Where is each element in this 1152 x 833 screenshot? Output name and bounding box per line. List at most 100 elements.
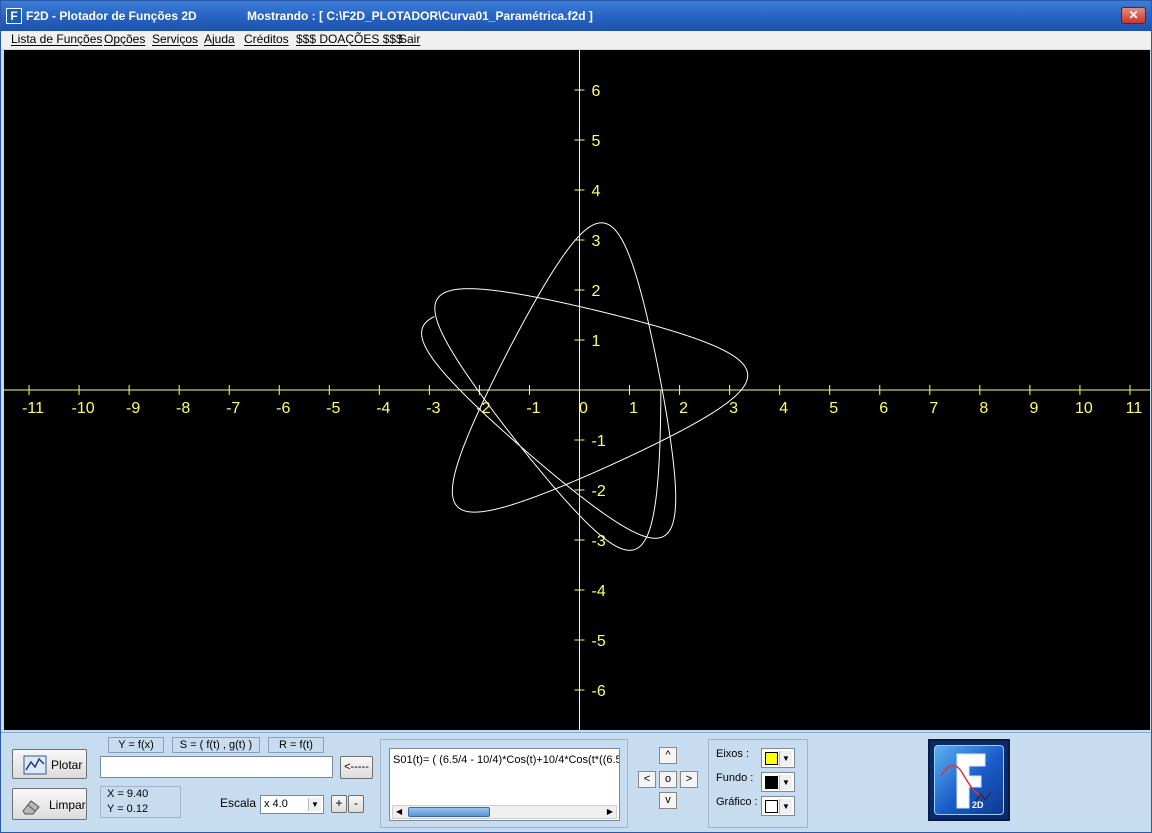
y-tick-label: 5 [592, 133, 601, 150]
menu-opcoes[interactable]: Opções [104, 32, 145, 46]
plot-button[interactable]: Plotar [12, 749, 87, 779]
x-tick-label: -3 [426, 400, 440, 417]
y-tick-label: 1 [592, 333, 601, 350]
pan-left-button[interactable]: < [638, 771, 656, 788]
x-tick-label: 10 [1075, 400, 1093, 417]
parametric-curve [421, 222, 749, 551]
plot-canvas[interactable]: -11 -10 -9 -8 -7 -6 -5 -4 -3 -2 -1 0 1 2 3 4 5 6 7 8 9 10 11 6 5… [4, 50, 1150, 730]
menu-bar: Lista de Funções Opções Serviços Ajuda C… [1, 31, 1151, 49]
x-tick-label: 11 [1126, 400, 1143, 417]
x-readout: X = 9.40 [107, 788, 149, 800]
x-tick-label: 0 [579, 400, 588, 417]
clear-button-label: Limpar [49, 798, 86, 812]
menu-ajuda[interactable]: Ajuda [204, 32, 235, 46]
background-color-dropdown-icon[interactable]: ▼ [779, 775, 792, 790]
y-tick-label: -6 [592, 683, 606, 700]
scroll-thumb[interactable] [408, 807, 490, 817]
plot-chart-icon [23, 755, 47, 775]
x-tick-label: -9 [126, 400, 140, 417]
x-tick-label: 7 [929, 400, 938, 417]
x-tick-label: -1 [526, 400, 540, 417]
insert-function-button[interactable]: <----- [340, 756, 373, 779]
color-settings-panel: Eixos : ▼ Fundo : ▼ Gráfico : ▼ [708, 739, 808, 828]
x-tick-label: 5 [829, 400, 838, 417]
x-tick-label: 6 [879, 400, 888, 417]
pan-center-button[interactable]: o [659, 771, 677, 788]
y-tick-label: 6 [592, 83, 601, 100]
menu-sair[interactable]: Sair [399, 32, 420, 46]
control-panel: Plotar Limpar Y = f(x) S = ( f(t) , g(t)… [1, 732, 1151, 832]
coordinate-readout: X = 9.40 Y = 0.12 [100, 786, 181, 818]
tab-polar[interactable]: R = f(t) [268, 737, 324, 753]
zoom-in-button[interactable]: + [331, 795, 347, 813]
background-color-picker[interactable]: ▼ [761, 772, 795, 792]
zoom-out-button[interactable]: - [348, 795, 364, 813]
x-tick-label: 8 [979, 400, 988, 417]
function-list-panel: S01(t)= ( (6.5/4 - 10/4)*Cos(t)+10/4*Cos… [380, 739, 628, 828]
scale-label: Escala : [220, 796, 263, 810]
graph-color-label: Gráfico : [716, 796, 758, 808]
y-tick-label: -1 [592, 433, 606, 450]
x-tick-label: -6 [276, 400, 290, 417]
axes-color-dropdown-icon[interactable]: ▼ [779, 751, 792, 766]
horizontal-scrollbar[interactable]: ◀ ▶ [392, 805, 617, 819]
axes-color-swatch [765, 752, 778, 765]
clear-button[interactable]: Limpar [12, 788, 87, 820]
graph-color-picker[interactable]: ▼ [761, 796, 795, 816]
scale-dropdown-arrow-icon[interactable]: ▼ [308, 798, 321, 811]
scale-select[interactable]: x 4.0 ▼ [260, 795, 324, 814]
x-tick-label: -7 [226, 400, 240, 417]
x-tick-label: 1 [629, 400, 638, 417]
x-tick-label: -4 [376, 400, 390, 417]
x-tick-label: 4 [779, 400, 788, 417]
current-file-label: Mostrando : [ C:\F2D_PLOTADOR\Curva01_Pa… [247, 9, 593, 23]
y-tick-label: -5 [592, 633, 606, 650]
y-tick-label: -4 [592, 583, 606, 600]
eraser-icon [22, 800, 40, 815]
app-title: F2D - Plotador de Funções 2D [26, 9, 197, 23]
title-bar[interactable]: F F2D - Plotador de Funções 2D Mostrando… [1, 1, 1151, 31]
app-icon[interactable]: F [6, 8, 22, 24]
y-tick-label: -2 [592, 483, 606, 500]
x-tick-label: -8 [176, 400, 190, 417]
x-tick-label: -11 [22, 400, 44, 417]
graph-color-swatch [765, 800, 778, 813]
plot-button-label: Plotar [51, 758, 83, 772]
function-input[interactable] [100, 756, 333, 778]
pan-up-button[interactable]: ^ [659, 747, 677, 764]
logo-f-icon [940, 753, 992, 809]
function-list-item[interactable]: S01(t)= ( (6.5/4 - 10/4)*Cos(t)+10/4*Cos… [393, 754, 619, 766]
logo-tile: 2D [934, 745, 1004, 815]
app-window: F F2D - Plotador de Funções 2D Mostrando… [0, 0, 1152, 833]
scroll-right-icon[interactable]: ▶ [607, 806, 613, 818]
menu-doacoes[interactable]: $$$ DOAÇÕES $$$ [296, 32, 403, 46]
menu-creditos[interactable]: Créditos [244, 32, 289, 46]
scroll-left-icon[interactable]: ◀ [396, 806, 402, 818]
y-tick-label: 4 [592, 183, 601, 200]
x-tick-label: 2 [679, 400, 688, 417]
background-color-swatch [765, 776, 778, 789]
x-tick-label: 9 [1029, 400, 1038, 417]
x-tick-label: -10 [72, 400, 95, 417]
tab-y-equals-fx[interactable]: Y = f(x) [108, 737, 164, 753]
axes-color-picker[interactable]: ▼ [761, 748, 795, 768]
menu-lista-funcoes[interactable]: Lista de Funções [11, 32, 102, 46]
pan-down-button[interactable]: v [659, 792, 677, 809]
x-tick-label: 3 [729, 400, 738, 417]
x-tick-label: -5 [326, 400, 340, 417]
tab-parametric[interactable]: S = ( f(t) , g(t) ) [172, 737, 260, 753]
plot-svg[interactable]: -11 -10 -9 -8 -7 -6 -5 -4 -3 -2 -1 0 1 2 3 4 5 6 7 8 9 10 1165… [4, 50, 1150, 730]
app-logo: 2D [928, 739, 1010, 821]
logo-2d-text: 2D [972, 800, 984, 810]
y-tick-label: 2 [592, 283, 601, 300]
y-tick-label: 3 [592, 233, 601, 250]
menu-servicos[interactable]: Serviços [152, 32, 198, 46]
graph-color-dropdown-icon[interactable]: ▼ [779, 799, 792, 814]
background-color-label: Fundo : [716, 772, 754, 784]
function-list[interactable]: S01(t)= ( (6.5/4 - 10/4)*Cos(t)+10/4*Cos… [389, 748, 620, 821]
close-button[interactable]: ✕ [1121, 7, 1146, 24]
y-readout: Y = 0.12 [107, 803, 149, 815]
pan-right-button[interactable]: > [680, 771, 698, 788]
y-tick-label: -3 [592, 533, 606, 550]
axes-color-label: Eixos : [716, 748, 750, 760]
